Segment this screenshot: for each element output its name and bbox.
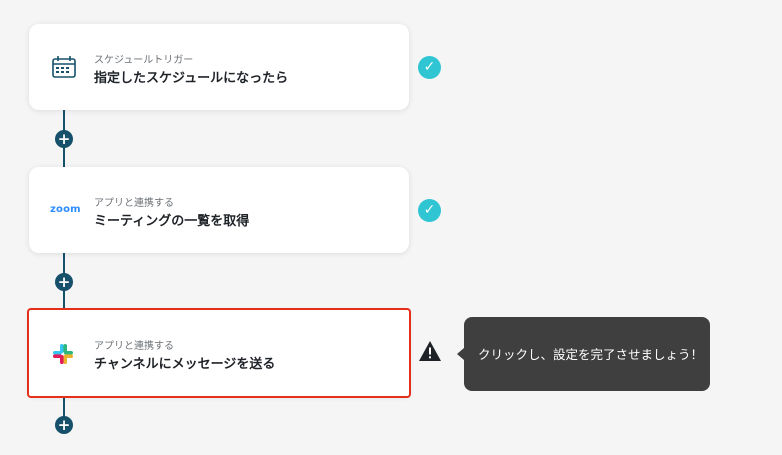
step-complete-check-icon: ✓ — [418, 56, 441, 79]
setup-tooltip: クリックし、設定を完了させましょう！ — [457, 317, 710, 391]
slack-logo — [51, 342, 75, 366]
step-title: 指定したスケジュールになったら — [94, 71, 289, 86]
zoom-logo: zoom — [50, 204, 81, 215]
step-subtitle: アプリと連携する — [94, 198, 174, 209]
step-title: ミーティングの一覧を取得 — [94, 214, 250, 229]
warning-icon — [418, 340, 442, 362]
step-title: チャンネルにメッセージを送る — [94, 357, 276, 372]
step-subtitle: スケジュールトリガー — [94, 55, 194, 66]
tooltip-text: クリックし、設定を完了させましょう！ — [478, 347, 704, 362]
add-step-button-1[interactable]: + — [55, 130, 73, 148]
step-complete-check-icon: ✓ — [418, 199, 441, 222]
flow-step-card-slack[interactable]: アプリと連携する チャンネルにメッセージを送る — [27, 308, 411, 398]
add-step-button-3[interactable]: + — [55, 416, 73, 434]
add-step-button-2[interactable]: + — [55, 273, 73, 291]
flow-step-card-zoom[interactable]: zoom アプリと連携する ミーティングの一覧を取得 — [29, 167, 409, 253]
calendar-schedule-icon — [50, 55, 78, 79]
step-subtitle: アプリと連携する — [94, 341, 174, 352]
flow-step-card-schedule-trigger[interactable]: スケジュールトリガー 指定したスケジュールになったら — [29, 24, 409, 110]
